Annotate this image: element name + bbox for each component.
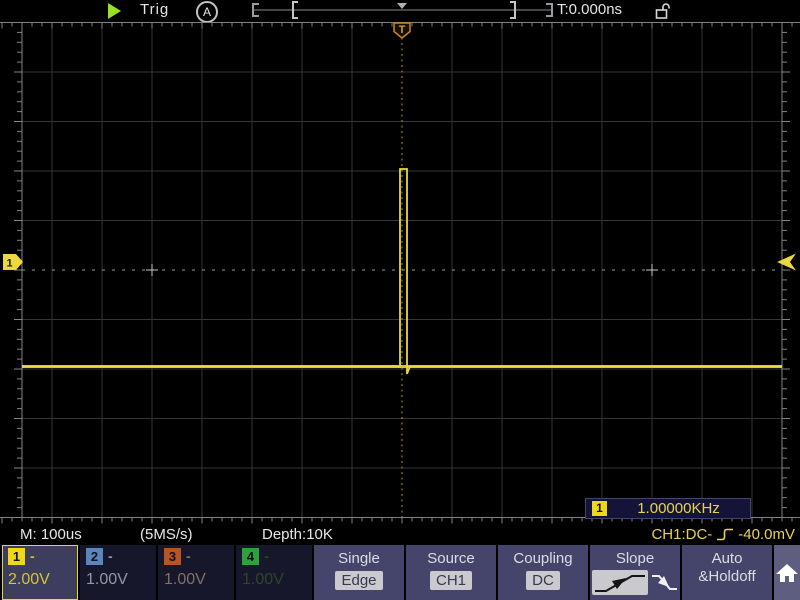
trigger-source-button[interactable]: Source CH1 <box>406 545 496 600</box>
trigger-slope-button[interactable]: Slope <box>590 545 680 600</box>
trigger-level-value: -40.0mV <box>738 526 795 543</box>
ch4-badge: 4 <box>242 548 259 565</box>
timebase-readout: M: 100us <box>20 526 82 543</box>
trigger-coupling-button[interactable]: Coupling DC <box>498 545 588 600</box>
auto-holdoff-label-line1: Auto <box>682 550 772 567</box>
trigger-mode-button[interactable]: Single Edge <box>314 545 404 600</box>
home-button[interactable] <box>774 545 800 600</box>
memory-depth-readout: Depth:10K <box>262 526 333 543</box>
channel-4-button[interactable]: 4- 1.00V <box>236 545 312 600</box>
rising-edge-icon <box>715 526 735 543</box>
ch3-volts-per-div: 1.00V <box>164 571 233 589</box>
ch3-badge: 3 <box>164 548 181 565</box>
trigger-marker-letter: T <box>399 24 406 36</box>
trigger-source-label: Source <box>406 550 496 567</box>
channel-3-button[interactable]: 3- 1.00V <box>158 545 234 600</box>
ch2-coupling-dash: - <box>108 548 113 564</box>
trigger-slope-label: Slope <box>590 550 680 567</box>
rising-slope-selected-icon[interactable] <box>592 570 648 595</box>
trigger-source-coupling: CH1:DC- <box>651 526 712 543</box>
trigger-settings-readout: CH1:DC- -40.0mV <box>651 526 795 543</box>
freq-channel-badge: 1 <box>592 501 607 516</box>
trigger-coupling-value: DC <box>526 571 560 590</box>
trigger-mode-value: Edge <box>335 571 382 590</box>
trigger-level-marker[interactable] <box>777 254 796 271</box>
trigger-mode-label: Single <box>314 550 404 567</box>
ch1-position-marker[interactable]: 1 <box>3 254 23 270</box>
auto-holdoff-label-line2: &Holdoff <box>682 568 772 585</box>
bottom-status-bar: M: 100us (5MS/s) Depth:10K CH1:DC- -40.0… <box>0 524 800 545</box>
ch2-badge: 2 <box>86 548 103 565</box>
trigger-position-marker[interactable]: T <box>394 23 410 38</box>
auto-holdoff-button[interactable]: Auto &Holdoff <box>682 545 772 600</box>
trigger-source-value: CH1 <box>430 571 472 590</box>
ch4-volts-per-div: 1.00V <box>242 571 311 589</box>
sample-rate-readout: (5MS/s) <box>140 526 193 543</box>
trigger-coupling-label: Coupling <box>498 550 588 567</box>
channel-1-button[interactable]: 1- 2.00V <box>2 545 78 600</box>
ch1-volts-per-div: 2.00V <box>8 571 77 589</box>
ch1-marker-number: 1 <box>6 258 12 270</box>
channel-2-button[interactable]: 2- 1.00V <box>80 545 156 600</box>
soft-menu-bar: 1- 2.00V 2- 1.00V 3- 1.00V 4- 1.00V Sing… <box>0 545 800 600</box>
ch1-badge: 1 <box>8 548 25 565</box>
falling-slope-icon[interactable] <box>651 570 678 595</box>
graticule-display: T 1 <box>0 0 800 545</box>
cymometer-readout: 1 1.00000KHz <box>585 498 751 519</box>
ch4-coupling-dash: - <box>264 548 269 564</box>
ch1-coupling-dash: - <box>30 548 35 564</box>
ch3-coupling-dash: - <box>186 548 191 564</box>
house-icon <box>775 562 799 584</box>
ch2-volts-per-div: 1.00V <box>86 571 155 589</box>
freq-value: 1.00000KHz <box>607 500 750 517</box>
